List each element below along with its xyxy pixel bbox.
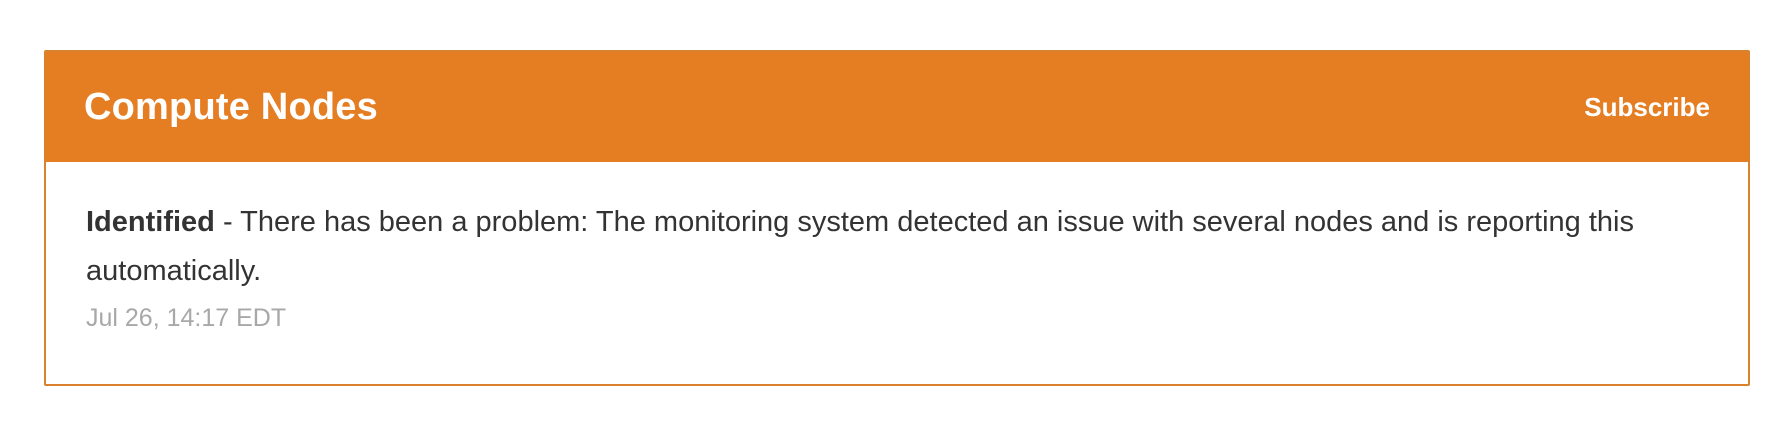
component-title: Compute Nodes [84,85,378,128]
update-text: There has been a problem: The monitoring… [86,206,1634,287]
subscribe-button[interactable]: Subscribe [1584,92,1710,123]
update-status: Identified [86,206,215,238]
card-body: Identified - There has been a problem: T… [46,162,1748,333]
update-message: Identified - There has been a problem: T… [86,198,1646,296]
update-timestamp: Jul 26, 14:17 EDT [86,304,287,332]
card-header: Compute Nodes Subscribe [46,52,1748,162]
update-separator: - [214,206,241,238]
incident-card: Compute Nodes Subscribe Identified - The… [44,50,1750,386]
